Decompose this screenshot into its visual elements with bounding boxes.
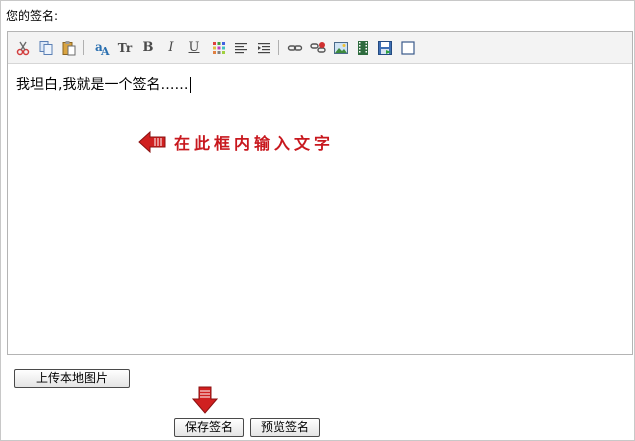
editor-toolbar: a A Tr B I U	[8, 32, 632, 64]
upload-image-button[interactable]: 上传本地图片	[14, 369, 130, 388]
italic-icon[interactable]: I	[162, 39, 180, 57]
preview-signature-button[interactable]: 预览签名	[250, 418, 320, 437]
svg-text:A: A	[100, 45, 110, 56]
align-left-icon[interactable]	[232, 39, 250, 57]
bold-icon[interactable]: B	[139, 39, 157, 57]
font-size-icon[interactable]: Tr	[116, 39, 134, 57]
editor-content[interactable]: 我坦白,我就是一个签名……	[16, 76, 192, 94]
signature-text: 我坦白,我就是一个签名……	[16, 77, 189, 93]
film-icon[interactable]	[354, 39, 372, 57]
text-caret	[190, 77, 192, 93]
square-icon[interactable]	[399, 39, 417, 57]
signature-label: 您的签名:	[6, 9, 59, 23]
toolbar-separator	[83, 40, 84, 55]
floppy-disk-icon[interactable]	[376, 39, 394, 57]
font-family-icon[interactable]: a A	[93, 39, 111, 57]
signature-editor[interactable]: a A Tr B I U 我坦白,我就是一个签名…… 在此框内输入文字	[7, 31, 633, 355]
left-arrow-icon	[138, 130, 166, 157]
paste-icon[interactable]	[60, 39, 78, 57]
copy-icon[interactable]	[37, 39, 55, 57]
unlink-icon[interactable]	[309, 39, 327, 57]
underline-icon[interactable]: U	[185, 39, 203, 57]
down-arrow-icon	[191, 386, 219, 417]
save-signature-button[interactable]: 保存签名	[174, 418, 244, 437]
input-hint: 在此框内输入文字	[138, 130, 334, 157]
color-palette-icon[interactable]	[210, 39, 228, 57]
link-icon[interactable]	[286, 39, 304, 57]
toolbar-separator	[278, 40, 279, 55]
image-icon[interactable]	[332, 39, 350, 57]
scissors-icon[interactable]	[14, 39, 32, 57]
indent-icon[interactable]	[255, 39, 273, 57]
hint-text: 在此框内输入文字	[174, 133, 335, 153]
